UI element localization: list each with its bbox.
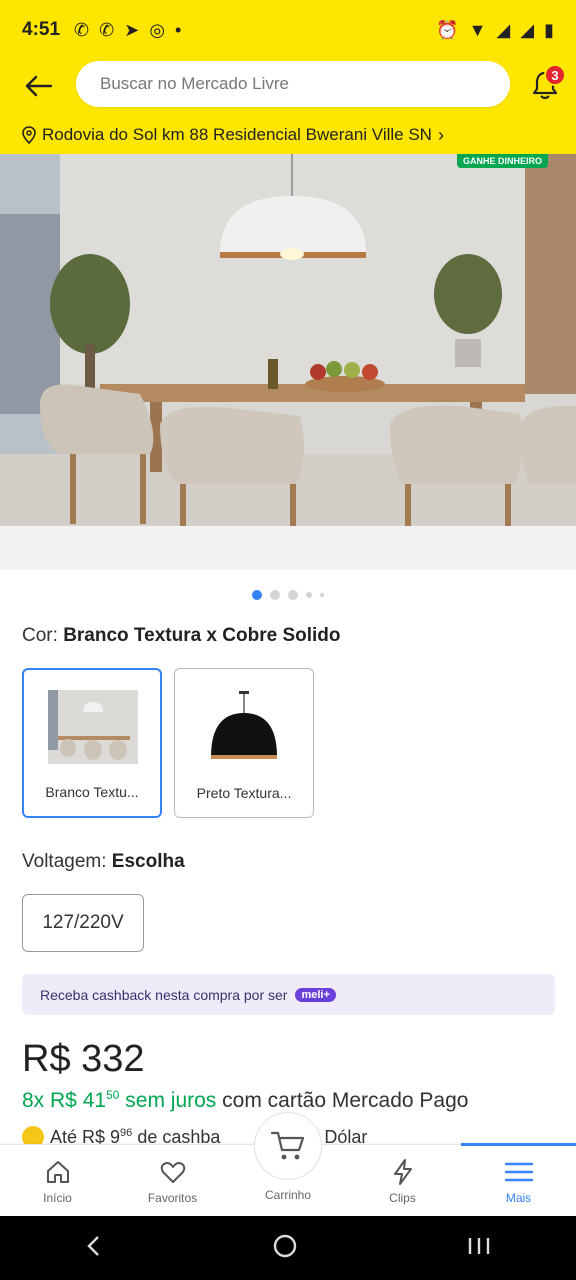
- battery-icon: ▮: [544, 19, 554, 40]
- back-arrow-icon: [25, 75, 53, 97]
- nav-more[interactable]: Mais: [461, 1143, 576, 1217]
- installments-cents: 50: [106, 1088, 120, 1102]
- installments-card: com cartão Mercado Pago: [222, 1089, 469, 1112]
- cashback-banner[interactable]: Receba cashback nesta compra por ser mel…: [22, 974, 555, 1015]
- nav-favorites-label: Favoritos: [147, 1191, 198, 1205]
- color-selected-value: Branco Textura x Cobre Solido: [63, 625, 341, 646]
- clock: 4:51: [22, 19, 61, 40]
- color-label-prefix: Cor:: [22, 625, 58, 646]
- voltage-label: Voltagem: Escolha: [22, 851, 185, 873]
- alarm-icon: ⏰: [436, 19, 459, 40]
- top-header: Buscar no Mercado Livre 3: [0, 60, 576, 116]
- recents-icon: [468, 1237, 490, 1254]
- color-label: Cor: Branco Textura x Cobre Solido: [22, 625, 341, 647]
- search-placeholder: Buscar no Mercado Livre: [100, 74, 289, 93]
- hamburger-menu-icon: [504, 1157, 534, 1187]
- installments-amount: 8x R$ 4150 sem juros: [22, 1088, 217, 1112]
- whatsapp-icon: ✆: [74, 19, 90, 40]
- cashback-banner-text: Receba cashback nesta compra por ser: [40, 986, 288, 1003]
- image-footer-gap: [0, 526, 576, 570]
- android-nav-bar: [0, 1216, 576, 1280]
- carousel-dot: [306, 592, 312, 598]
- nav-cart-label: Carrinho: [264, 1188, 312, 1202]
- android-recents-button[interactable]: [466, 1234, 492, 1263]
- wifi-icon: ▼: [468, 19, 487, 40]
- variant-thumbnail-white: [48, 690, 138, 764]
- installments-count: 8x R$ 41: [22, 1089, 107, 1112]
- lightning-icon: [388, 1157, 418, 1187]
- carousel-indicator: [0, 590, 576, 600]
- voltage-option-button[interactable]: 127/220V: [22, 894, 144, 952]
- nav-more-label: Mais: [505, 1191, 532, 1205]
- color-variant-white[interactable]: Branco Textu...: [22, 668, 162, 818]
- variant-label: Branco Textu...: [45, 784, 139, 800]
- variant-thumbnail-black: [199, 689, 289, 763]
- variant-label: Preto Textura...: [196, 785, 292, 801]
- android-back-button[interactable]: [84, 1234, 104, 1263]
- system-icons: ⏰ ▼ ◢ ◢ ▮: [436, 20, 554, 41]
- voltage-selected-value: Escolha: [111, 851, 185, 872]
- whatsapp-icon-2: ✆: [99, 19, 115, 40]
- product-image[interactable]: GANHE DINHEIRO: [0, 154, 576, 526]
- more-dot-icon: •: [175, 19, 182, 40]
- chevron-left-icon: [87, 1235, 99, 1256]
- nav-home-label: Início: [43, 1191, 72, 1205]
- chevron-right-icon: ›: [437, 124, 444, 145]
- cashback-line-cents: 96: [120, 1126, 133, 1139]
- location-pin-icon: [22, 126, 36, 144]
- back-button[interactable]: [18, 66, 58, 106]
- notifications-button[interactable]: 3: [524, 64, 566, 106]
- color-variant-black[interactable]: Preto Textura...: [174, 668, 314, 818]
- nav-cart[interactable]: [254, 1112, 322, 1180]
- signal-icon-2: ◢: [520, 19, 535, 40]
- instagram-icon: ◎: [149, 19, 166, 40]
- circle-home-icon: [273, 1234, 297, 1257]
- home-icon: [43, 1157, 73, 1187]
- notification-icons: ✆ ✆ ➤ ◎ •: [74, 20, 181, 41]
- carousel-dot: [270, 590, 280, 600]
- carousel-dot: [288, 590, 298, 600]
- installments-suffix: sem juros: [125, 1089, 217, 1112]
- nav-home[interactable]: Início: [0, 1145, 115, 1217]
- status-bar: 4:51 ✆ ✆ ➤ ◎ • ⏰ ▼ ◢ ◢ ▮: [0, 0, 576, 60]
- nav-clips-label: Clips: [389, 1191, 416, 1205]
- dining-room-photo: [0, 154, 576, 526]
- shipping-address[interactable]: Rodovia do Sol km 88 Residencial Bwerani…: [0, 116, 576, 154]
- android-home-button[interactable]: [272, 1233, 298, 1264]
- promo-badge: GANHE DINHEIRO: [456, 154, 548, 168]
- signal-icon: ◢: [496, 19, 511, 40]
- telegram-icon: ➤: [124, 19, 140, 40]
- meli-plus-badge: meli+: [295, 987, 336, 1002]
- nav-clips[interactable]: Clips: [345, 1145, 460, 1217]
- nav-favorites[interactable]: Favoritos: [115, 1145, 230, 1217]
- cart-icon: [270, 1131, 305, 1160]
- carousel-dot-active: [252, 590, 262, 600]
- installments-info: 8x R$ 4150 sem juros com cartão Mercado …: [22, 1088, 468, 1113]
- heart-icon: [158, 1157, 188, 1187]
- carousel-dot: [320, 593, 324, 597]
- product-price: R$ 332: [22, 1038, 145, 1080]
- address-text: Rodovia do Sol km 88 Residencial Bwerani…: [42, 125, 432, 144]
- notification-badge: 3: [544, 64, 566, 86]
- voltage-label-prefix: Voltagem:: [22, 851, 107, 872]
- search-input[interactable]: Buscar no Mercado Livre: [76, 61, 510, 107]
